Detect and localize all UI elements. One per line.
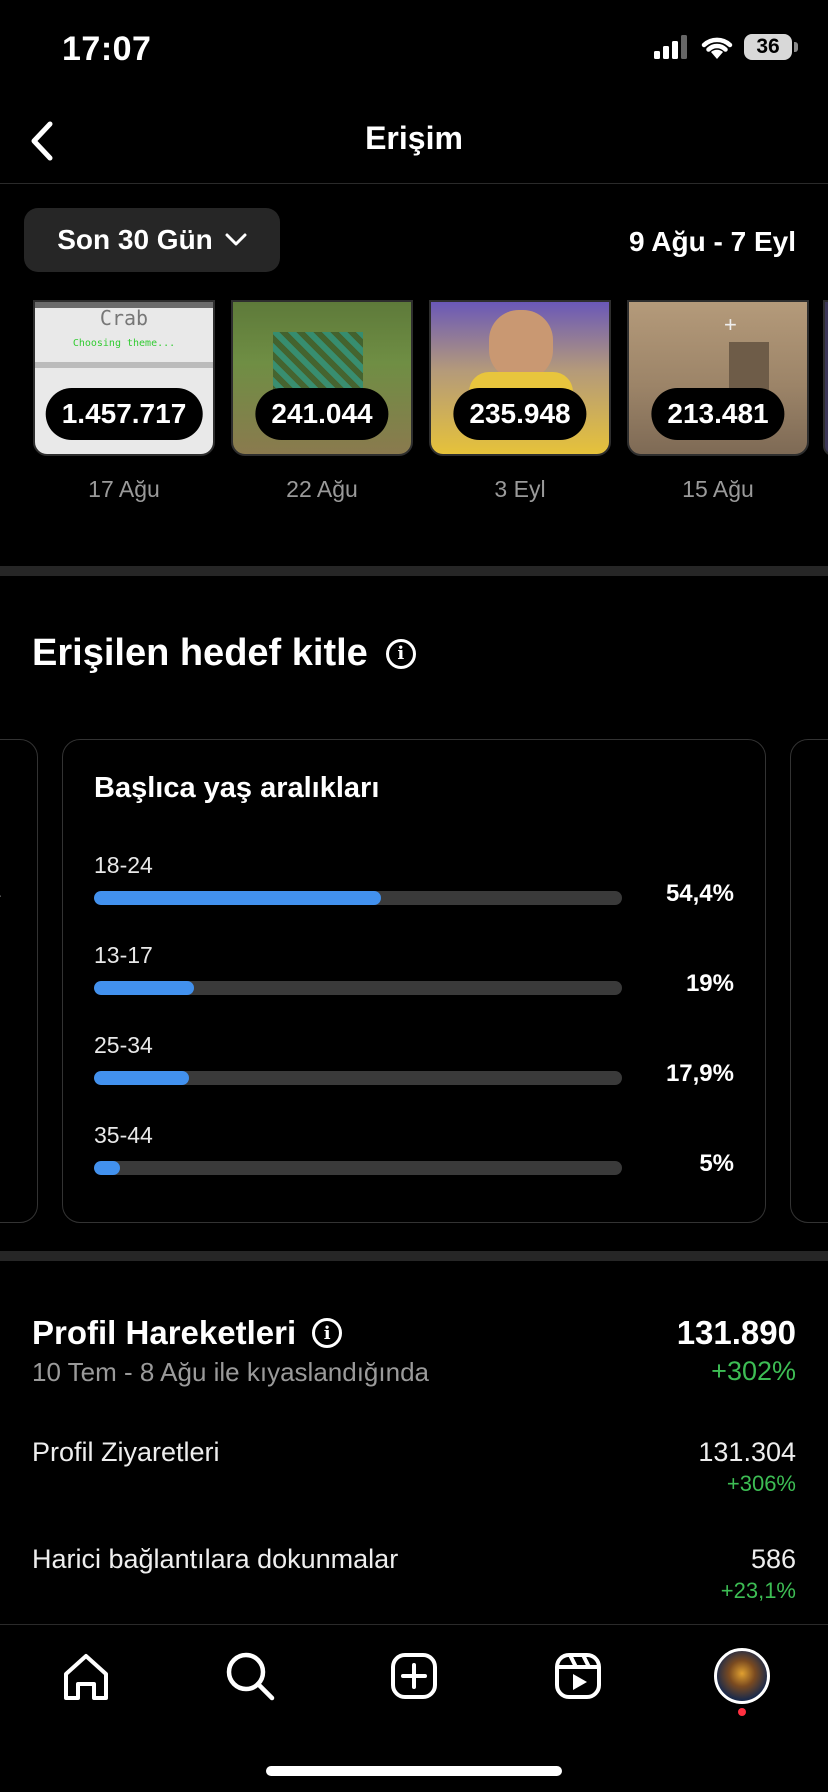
audience-card-next[interactable] <box>790 739 828 1223</box>
age-range-percent: 17,9% <box>665 1060 734 1087</box>
thumbnail-reach-value: 235.948 <box>453 388 587 440</box>
info-icon[interactable]: i <box>385 638 416 669</box>
profile-avatar[interactable] <box>714 1648 770 1704</box>
home-indicator <box>266 1766 562 1776</box>
metric-value: 586 <box>750 1544 796 1574</box>
content-thumbnail-partial[interactable] <box>823 300 828 456</box>
metric-value: 131.304 <box>698 1437 796 1467</box>
home-icon[interactable] <box>58 1648 114 1704</box>
status-time: 17:07 <box>62 30 152 68</box>
metric-change: +23,1% <box>720 1578 796 1603</box>
age-range-percent: 5% <box>699 1150 734 1177</box>
age-range-percent: 54,4% <box>665 880 734 907</box>
thumbnail-reach-value: 241.044 <box>255 388 389 440</box>
metric-label: Harici bağlantılara dokunmalar <box>32 1544 399 1574</box>
thumbnail-caption: Crab <box>99 306 149 330</box>
age-bar-track <box>94 891 622 905</box>
status-icons: 36 <box>654 34 798 60</box>
battery-indicator: 36 <box>744 34 798 60</box>
age-ranges-title: Başlıca yaş aralıkları <box>94 772 380 804</box>
thumbnail-date: 17 Ağu <box>88 476 160 502</box>
metric-change: +306% <box>726 1471 796 1496</box>
content-thumbnail[interactable]: Crab Choosing theme... 1.457.717 <box>33 300 215 456</box>
date-range-text: 9 Ağu - 7 Eyl <box>628 226 796 257</box>
tab-bar-divider <box>0 1624 828 1625</box>
create-icon[interactable] <box>386 1648 442 1704</box>
age-bar-track <box>94 1161 622 1175</box>
age-bar-fill <box>94 1161 121 1175</box>
section-divider <box>0 1251 828 1261</box>
profile-activity-change: +302% <box>711 1356 796 1386</box>
thumbnail-reach-value: 213.481 <box>651 388 785 440</box>
top-content-carousel[interactable]: Crab Choosing theme... 1.457.717 17 Ağu … <box>0 300 828 510</box>
date-range-dropdown[interactable]: Son 30 Gün <box>24 208 280 272</box>
signal-icon <box>654 35 687 59</box>
age-bar-track <box>94 981 622 995</box>
content-thumbnail[interactable]: + 213.481 <box>627 300 809 456</box>
thumbnail-date: 3 Eyl <box>494 476 546 502</box>
metric-label: Profil Ziyaretleri <box>32 1437 220 1467</box>
chevron-down-icon <box>225 233 247 246</box>
age-range-label: 35-44 <box>94 1122 153 1148</box>
age-bar-fill <box>94 891 382 905</box>
range-label: Son 30 Gün <box>57 224 213 255</box>
page-title: Erişim <box>365 120 463 156</box>
profile-activity-title: Profil Hareketleri i <box>32 1314 343 1352</box>
thumbnail-date: 22 Ağu <box>286 476 358 502</box>
thumbnail-reach-value: 1.457.717 <box>45 388 203 440</box>
comparison-subtitle: 10 Tem - 8 Ağu ile kıyaslandığında <box>32 1357 429 1387</box>
prev-card-edge: › <box>0 882 1 908</box>
content-thumbnail[interactable]: 241.044 <box>231 300 413 456</box>
notification-dot <box>738 1708 746 1716</box>
profile-activity-total: 131.890 <box>676 1314 796 1351</box>
reels-icon[interactable] <box>550 1648 606 1704</box>
age-range-label: 25-34 <box>94 1032 153 1058</box>
age-bar-fill <box>94 981 195 995</box>
age-range-label: 13-17 <box>94 942 153 968</box>
profile-activity-title-text: Profil Hareketleri <box>32 1314 297 1351</box>
age-range-label: 18-24 <box>94 852 153 878</box>
age-range-percent: 19% <box>685 970 734 997</box>
age-bar-fill <box>94 1071 189 1085</box>
thumbnail-subcaption: Choosing theme... <box>72 338 176 349</box>
info-icon[interactable]: i <box>312 1318 343 1348</box>
section-divider <box>0 566 828 576</box>
audience-title-text: Erişilen hedef kitle <box>32 632 368 674</box>
header-divider <box>0 183 828 184</box>
content-thumbnail[interactable]: 235.948 <box>429 300 611 456</box>
wifi-icon <box>701 37 733 59</box>
age-bar-track <box>94 1071 622 1085</box>
thumbnail-date: 15 Ağu <box>682 476 754 502</box>
audience-card-previous[interactable] <box>0 739 38 1223</box>
audience-section-title: Erişilen hedef kitle i <box>32 632 416 675</box>
search-icon[interactable] <box>222 1648 278 1704</box>
